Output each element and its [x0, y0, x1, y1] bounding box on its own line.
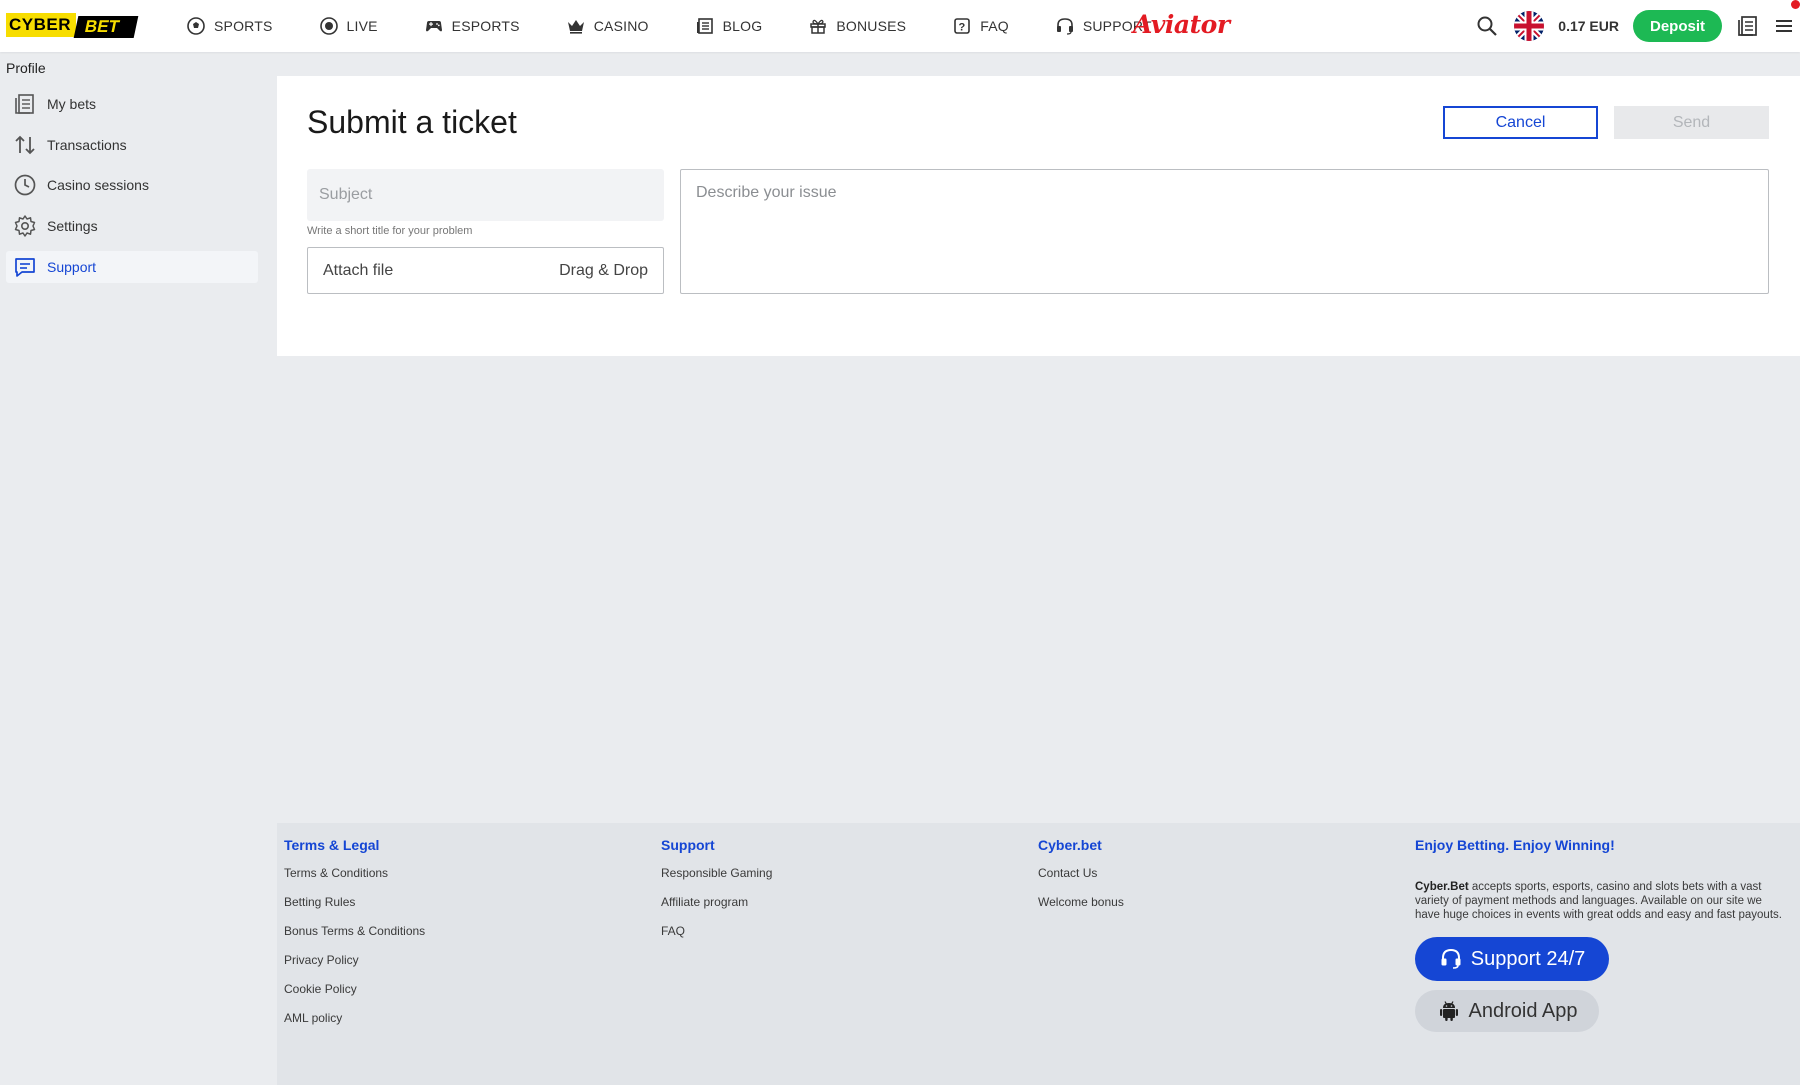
nav-casino[interactable]: CASINO	[566, 0, 649, 52]
chat-icon	[15, 258, 35, 277]
support-24-7-label: Support 24/7	[1470, 947, 1586, 970]
gift-icon	[810, 19, 827, 34]
footer-link-betting-rules[interactable]: Betting Rules	[284, 895, 425, 924]
nav-esports-label: ESPORTS	[451, 18, 520, 34]
nav-sports[interactable]: SPORTS	[186, 0, 273, 52]
nav-casino-label: CASINO	[593, 18, 649, 34]
svg-text:?: ?	[959, 22, 966, 34]
footer-link-affiliate-program[interactable]: Affiliate program	[661, 895, 772, 924]
footer-link-responsible-gaming[interactable]: Responsible Gaming	[661, 866, 772, 895]
cyberbet-logo[interactable]: CYBER BET	[6, 13, 139, 38]
site-footer: Terms & Legal Terms & Conditions Betting…	[277, 823, 1800, 1085]
footer-heading: Enjoy Betting. Enjoy Winning!	[1415, 837, 1615, 853]
uk-flag-icon[interactable]	[1514, 11, 1545, 41]
sidebar-item-support[interactable]: Support	[6, 251, 258, 283]
gear-icon	[14, 215, 36, 237]
sidebar-item-label: Casino sessions	[47, 177, 149, 193]
blog-icon	[696, 18, 713, 34]
footer-heading: Support	[661, 837, 715, 853]
attach-file-dropzone[interactable]: Attach file Drag & Drop	[307, 247, 664, 294]
nav-esports[interactable]: ESPORTS	[424, 0, 520, 52]
support-24-7-button[interactable]: Support 24/7	[1415, 937, 1609, 981]
footer-link-cookie-policy[interactable]: Cookie Policy	[284, 982, 425, 1011]
drag-drop-label: Drag & Drop	[559, 261, 648, 279]
nav-live[interactable]: LIVE	[319, 0, 378, 52]
nav-blog-label: BLOG	[722, 18, 763, 34]
page-title: Submit a ticket	[307, 104, 517, 140]
footer-link-terms-conditions[interactable]: Terms & Conditions	[284, 866, 425, 895]
question-icon: ?	[954, 18, 971, 34]
sidebar-item-transactions[interactable]: Transactions	[6, 129, 258, 161]
soccer-ball-icon	[187, 17, 205, 35]
footer-col-cyberbet: Cyber.bet Contact Us Welcome bonus	[1038, 837, 1124, 924]
footer-link-bonus-terms[interactable]: Bonus Terms & Conditions	[284, 924, 425, 953]
logo-text-cyber: CYBER	[6, 13, 76, 37]
nav-faq-label: FAQ	[980, 18, 1009, 34]
nav-bonuses-label: BONUSES	[836, 18, 907, 34]
deposit-button[interactable]: Deposit	[1632, 10, 1722, 42]
notification-dot	[1791, 0, 1800, 9]
footer-col-support: Support Responsible Gaming Affiliate pro…	[661, 837, 772, 953]
sidebar-item-label: Support	[47, 259, 97, 275]
send-button[interactable]: Send	[1614, 106, 1769, 139]
ticket-form-card: Submit a ticket Cancel Send Write a shor…	[277, 76, 1800, 356]
sidebar-item-casino-sessions[interactable]: Casino sessions	[6, 169, 258, 201]
android-app-button[interactable]: Android App	[1415, 990, 1599, 1032]
sidebar-item-my-bets[interactable]: My bets	[6, 88, 258, 120]
header-right: 0.17 EUR Deposit	[1473, 0, 1800, 52]
subject-hint: Write a short title for your problem	[307, 225, 473, 237]
sidebar-title: Profile	[6, 60, 46, 76]
footer-link-aml-policy[interactable]: AML policy	[284, 1011, 425, 1040]
footer-description-text: accepts sports, esports, casino and slot…	[1415, 881, 1782, 921]
profile-sidebar: Profile My bets Transactions Casino sess…	[0, 52, 277, 1085]
footer-brand: Cyber.Bet	[1415, 881, 1469, 893]
nav-faq[interactable]: ? FAQ	[952, 0, 1009, 52]
footer-col-enjoy: Enjoy Betting. Enjoy Winning!	[1415, 837, 1615, 866]
aviator-link[interactable]: Aviator	[1133, 10, 1230, 39]
top-header: CYBER BET SPORTS LIVE ESPORTS CASINO BLO…	[0, 0, 1800, 52]
cancel-button[interactable]: Cancel	[1443, 106, 1598, 139]
logo-text-bet: BET	[73, 16, 139, 38]
sidebar-item-label: Transactions	[47, 137, 127, 153]
nav-live-label: LIVE	[346, 18, 378, 34]
headset-icon	[1056, 18, 1073, 35]
nav-sports-label: SPORTS	[214, 18, 273, 34]
footer-col-terms: Terms & Legal Terms & Conditions Betting…	[284, 837, 425, 1040]
footer-heading: Cyber.bet	[1038, 837, 1102, 853]
sidebar-item-label: My bets	[47, 96, 97, 112]
sidebar-item-settings[interactable]: Settings	[6, 210, 258, 242]
nav-blog[interactable]: BLOG	[695, 0, 763, 52]
footer-link-contact-us[interactable]: Contact Us	[1038, 866, 1124, 895]
android-app-label: Android App	[1468, 999, 1578, 1022]
headset-icon	[1441, 948, 1461, 969]
footer-description: Cyber.Bet accepts sports, esports, casin…	[1415, 880, 1785, 922]
describe-issue-textarea[interactable]	[680, 169, 1769, 294]
live-dot-icon	[319, 17, 338, 35]
footer-link-privacy-policy[interactable]: Privacy Policy	[284, 953, 425, 982]
gamepad-icon	[425, 21, 442, 32]
sidebar-item-label: Settings	[47, 218, 98, 234]
attach-file-label: Attach file	[323, 261, 394, 279]
bets-icon	[15, 94, 34, 114]
balance-display[interactable]: 0.17 EUR	[1558, 18, 1619, 34]
search-icon[interactable]	[1473, 12, 1501, 40]
footer-heading: Terms & Legal	[284, 837, 380, 853]
footer-link-faq[interactable]: FAQ	[661, 924, 772, 953]
main-nav: SPORTS LIVE ESPORTS CASINO BLOG BONUSES …	[186, 0, 1198, 52]
footer-link-welcome-bonus[interactable]: Welcome bonus	[1038, 895, 1124, 924]
subject-input[interactable]	[307, 169, 664, 221]
nav-bonuses[interactable]: BONUSES	[808, 0, 906, 52]
transactions-icon	[15, 135, 35, 155]
hamburger-menu-icon[interactable]	[1770, 0, 1800, 40]
betslip-icon[interactable]	[1734, 12, 1762, 40]
crown-icon	[567, 20, 584, 34]
android-icon	[1439, 1001, 1458, 1021]
clock-icon	[14, 174, 36, 196]
